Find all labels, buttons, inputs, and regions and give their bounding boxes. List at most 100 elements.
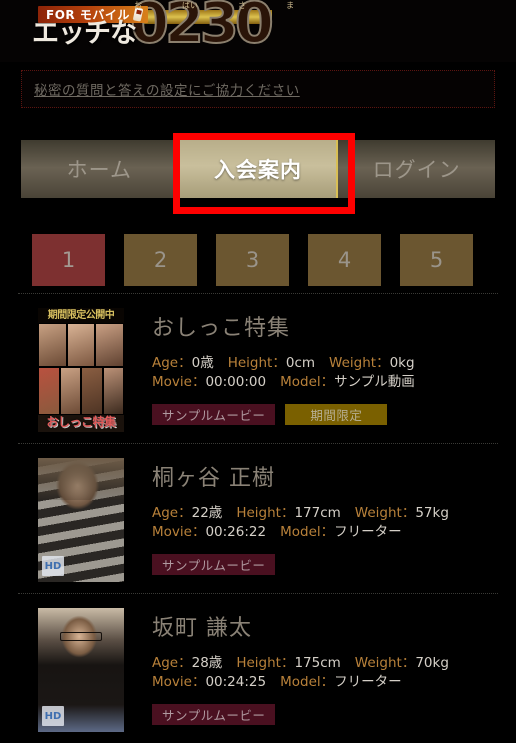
sample-movie-button[interactable]: サンプルムービー <box>152 704 276 725</box>
model-label: Model <box>280 374 321 390</box>
page-button-2[interactable]: 2 <box>124 234 197 286</box>
page-button-1[interactable]: 1 <box>32 234 105 286</box>
item-thumbnail-1[interactable]: 期間限定公開中 おしっこ特集 <box>38 308 124 432</box>
glasses-icon <box>60 631 102 641</box>
item-thumbnail-3[interactable]: HD <box>38 608 124 732</box>
height-value: 0cm <box>285 355 316 371</box>
movie-label: Movie <box>152 374 192 390</box>
page-button-3-label: 3 <box>245 248 260 272</box>
age-label: Age <box>152 355 179 371</box>
list-item: 期間限定公開中 おしっこ特集 おしっこ特集 Age：0歳 Height：0cm We… <box>0 294 516 443</box>
page-button-3[interactable]: 3 <box>216 234 289 286</box>
page-button-1-label: 1 <box>61 248 76 272</box>
page-button-4[interactable]: 4 <box>308 234 381 286</box>
age-value: 0歳 <box>191 355 214 371</box>
tab-login[interactable]: ログイン <box>338 140 496 198</box>
collage-footer-text: おしっこ特集 <box>46 415 116 429</box>
sample-movie-label: サンプルムービー <box>162 558 266 573</box>
item-badges: サンプルムービー <box>152 554 500 575</box>
sample-movie-label: サンプルムービー <box>162 708 266 723</box>
collage-header-text: 期間限定公開中 <box>38 308 124 323</box>
age-value: 28歳 <box>191 655 223 671</box>
collage-cell <box>95 323 124 367</box>
weight-colon: ： <box>376 355 390 371</box>
height-label: Height <box>227 355 273 371</box>
age-colon: ： <box>178 655 192 671</box>
height-value: 175cm <box>294 655 341 671</box>
tab-home-label: ホーム <box>66 158 133 182</box>
height-colon: ： <box>272 355 286 371</box>
movie-colon: ： <box>191 374 206 390</box>
collage-cell <box>59 367 81 415</box>
height-colon: ： <box>280 505 295 521</box>
model-label: Model <box>280 524 321 540</box>
tab-join-guide[interactable]: 入会案内 <box>177 140 339 198</box>
page-button-5[interactable]: 5 <box>400 234 473 286</box>
item-stats: Age：0歳 Height：0cm Weight：0kg Movie：00:00:0… <box>152 354 500 392</box>
age-colon: ： <box>178 505 192 521</box>
item-body: 坂町 謙太 Age：28歳 Height：175cm Weight：70kg Mov… <box>152 610 500 725</box>
hd-badge: HD <box>42 556 64 576</box>
collage-row-top <box>38 323 124 367</box>
weight-label: Weight <box>354 505 402 521</box>
hd-badge: HD <box>42 706 64 726</box>
list-item: HD 坂町 謙太 Age：28歳 Height：175cm Weight：70kg … <box>0 594 516 743</box>
tab-join-guide-label: 入会案内 <box>214 158 302 182</box>
collage-cell <box>38 367 60 415</box>
sample-movie-button[interactable]: サンプルムービー <box>152 404 276 425</box>
movie-label: Movie <box>152 674 192 690</box>
item-stats: Age：22歳 Height：177cm Weight：57kg Movie：00:… <box>152 504 500 542</box>
collage-thumbnail: 期間限定公開中 おしっこ特集 <box>38 308 124 432</box>
model-label: Model <box>280 674 321 690</box>
movie-colon: ： <box>191 674 206 690</box>
page-button-2-label: 2 <box>153 248 168 272</box>
limited-time-label: 期間限定 <box>310 408 363 423</box>
collage-cell <box>66 323 96 367</box>
weight-colon: ： <box>401 655 416 671</box>
tab-login-label: ログイン <box>372 158 461 182</box>
sample-movie-button[interactable]: サンプルムービー <box>152 554 276 575</box>
height-label: Height <box>236 655 281 671</box>
item-body: 桐ヶ谷 正樹 Age：22歳 Height：177cm Weight：57kg Mo… <box>152 460 500 575</box>
site-logo[interactable]: FOR モバイル お ばい さ ま 0230 0230 エッチな <box>22 0 294 60</box>
page-button-4-label: 4 <box>337 248 352 272</box>
model-colon: ： <box>320 524 335 540</box>
item-title[interactable]: 桐ヶ谷 正樹 <box>152 460 500 492</box>
item-title[interactable]: 坂町 謙太 <box>152 610 500 642</box>
model-value: フリーター <box>334 524 402 540</box>
age-value: 22歳 <box>191 505 223 521</box>
weight-value: 57kg <box>415 505 449 521</box>
model-colon: ： <box>320 674 335 690</box>
movie-value: 00:26:22 <box>205 524 267 540</box>
video-list: 期間限定公開中 おしっこ特集 おしっこ特集 Age：0歳 Height：0cm We… <box>0 293 516 743</box>
list-item: HD 桐ヶ谷 正樹 Age：22歳 Height：177cm Weight：57kg… <box>0 444 516 593</box>
weight-colon: ： <box>401 505 416 521</box>
item-badges: サンプルムービー <box>152 704 500 725</box>
height-colon: ： <box>280 655 295 671</box>
height-label: Height <box>236 505 281 521</box>
item-thumbnail-2[interactable]: HD <box>38 458 124 582</box>
age-label: Age <box>152 655 179 671</box>
collage-cell <box>38 323 67 367</box>
model-value: サンプル動画 <box>334 374 415 390</box>
logo-ruby-3: さ <box>238 1 246 10</box>
age-label: Age <box>152 505 179 521</box>
height-value: 177cm <box>294 505 341 521</box>
movie-value: 00:00:00 <box>205 374 267 390</box>
weight-label: Weight <box>354 655 402 671</box>
weight-value: 70kg <box>415 655 449 671</box>
movie-colon: ： <box>191 524 206 540</box>
collage-cell <box>102 367 124 415</box>
collage-cell <box>81 367 103 415</box>
tab-home[interactable]: ホーム <box>21 140 178 198</box>
limited-time-badge[interactable]: 期間限定 <box>285 404 388 425</box>
secret-question-link[interactable]: 秘密の質問と答えの設定にご協力ください <box>34 79 300 99</box>
item-title[interactable]: おしっこ特集 <box>152 310 500 342</box>
main-nav-tabs: ホーム 入会案内 ログイン <box>21 140 496 198</box>
pagination: 1 2 3 4 5 <box>32 234 488 286</box>
weight-label: Weight <box>329 355 377 371</box>
logo-kana: エッチな <box>32 18 137 49</box>
site-header: FOR モバイル お ばい さ ま 0230 0230 エッチな <box>0 0 516 62</box>
weight-value: 0kg <box>389 355 415 371</box>
age-colon: ： <box>178 355 192 371</box>
